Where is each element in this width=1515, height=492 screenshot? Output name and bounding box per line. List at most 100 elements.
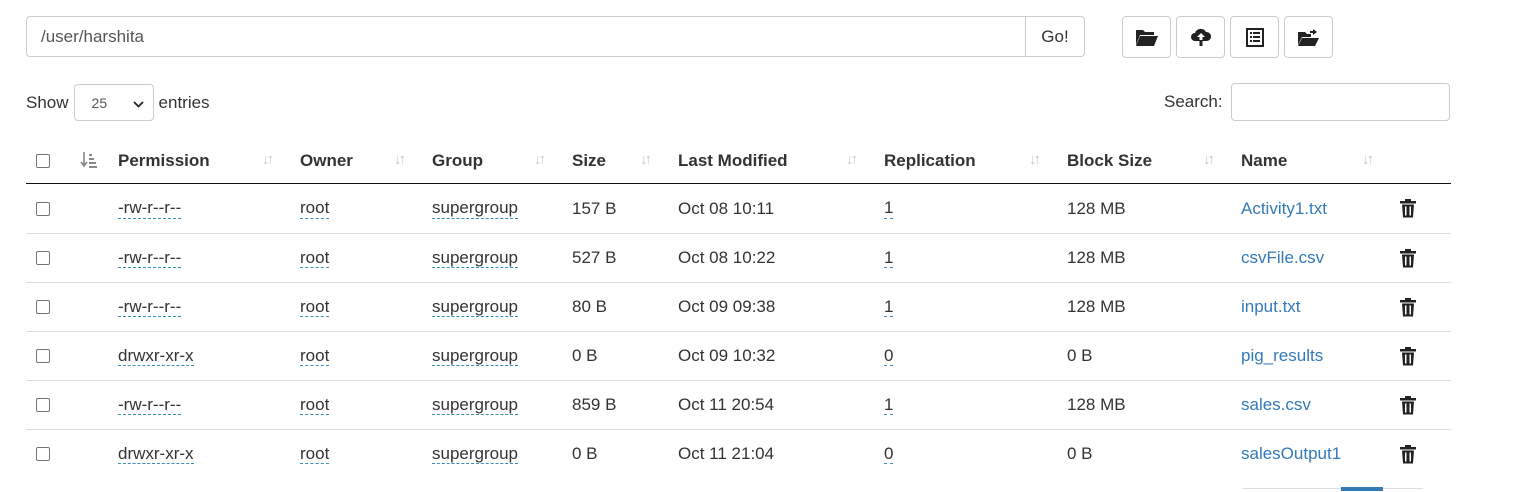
table-header: Permission ↓↑ Owner ↓↑ Group ↓↑ Size ↓↑ … — [26, 136, 1451, 184]
trash-icon[interactable] — [1400, 430, 1416, 478]
sort-icon[interactable]: ↓↑ — [640, 136, 652, 183]
size-value: 0 B — [572, 444, 598, 463]
trash-icon[interactable] — [1400, 184, 1416, 233]
path-input[interactable] — [26, 16, 1025, 57]
block-size-value: 0 B — [1067, 346, 1093, 365]
replication-value[interactable]: 1 — [884, 395, 894, 416]
file-name-link[interactable]: Activity1.txt — [1241, 184, 1327, 233]
size-value: 527 B — [572, 248, 617, 267]
size-value: 157 B — [572, 198, 617, 218]
owner-value[interactable]: root — [300, 444, 330, 465]
file-table: Permission ↓↑ Owner ↓↑ Group ↓↑ Size ↓↑ … — [26, 136, 1451, 478]
row-checkbox[interactable] — [36, 430, 50, 478]
group-value[interactable]: supergroup — [432, 297, 519, 318]
group-value[interactable]: supergroup — [432, 346, 519, 367]
replication-value[interactable]: 0 — [884, 346, 894, 367]
search-input[interactable] — [1230, 83, 1450, 121]
permission-value[interactable]: drwxr-xr-x — [118, 346, 194, 367]
group-value[interactable]: supergroup — [432, 395, 519, 416]
sort-icon[interactable]: ↓↑ — [394, 136, 406, 183]
table-row: -rw-r--r-- root supergroup 80 B Oct 09 0… — [26, 282, 1451, 331]
file-name-link[interactable]: csvFile.csv — [1241, 234, 1324, 282]
row-checkbox[interactable] — [36, 184, 50, 233]
trash-icon[interactable] — [1400, 381, 1416, 429]
file-name-link[interactable]: pig_results — [1241, 332, 1323, 380]
row-checkbox[interactable] — [36, 283, 50, 331]
group-value[interactable]: supergroup — [432, 248, 519, 269]
replication-value[interactable]: 0 — [884, 444, 894, 465]
replication-value[interactable]: 1 — [884, 248, 894, 269]
file-name-link[interactable]: sales.csv — [1241, 381, 1311, 429]
size-value: 0 B — [572, 346, 598, 365]
entries-select-value: 25 — [91, 94, 108, 111]
row-checkbox[interactable] — [36, 332, 50, 380]
trash-icon[interactable] — [1400, 283, 1416, 331]
permission-value[interactable]: -rw-r--r-- — [118, 248, 182, 269]
pagination-active-page[interactable] — [1341, 487, 1383, 491]
column-replication[interactable]: Replication — [884, 136, 976, 183]
cut-paste-button[interactable] — [1230, 16, 1279, 58]
permission-value[interactable]: -rw-r--r-- — [118, 395, 182, 416]
column-last-modified[interactable]: Last Modified — [678, 136, 788, 183]
trash-icon[interactable] — [1400, 234, 1416, 282]
permission-value[interactable]: -rw-r--r-- — [118, 198, 182, 219]
move-button[interactable] — [1284, 16, 1333, 58]
column-name[interactable]: Name — [1241, 136, 1287, 183]
entries-label: entries — [158, 92, 210, 112]
sort-icon[interactable]: ↓↑ — [846, 136, 858, 183]
group-value[interactable]: supergroup — [432, 444, 519, 465]
modified-value: Oct 09 10:32 — [678, 346, 776, 365]
row-checkbox[interactable] — [36, 381, 50, 429]
owner-value[interactable]: root — [300, 346, 330, 367]
table-row: drwxr-xr-x root supergroup 0 B Oct 11 21… — [26, 429, 1451, 478]
permission-value[interactable]: -rw-r--r-- — [118, 297, 182, 318]
show-label: Show — [26, 92, 69, 112]
owner-value[interactable]: root — [300, 198, 330, 219]
create-directory-button[interactable] — [1122, 16, 1171, 58]
toolbar — [1122, 16, 1333, 58]
owner-value[interactable]: root — [300, 297, 330, 318]
table-row: -rw-r--r-- root supergroup 527 B Oct 08 … — [26, 233, 1451, 282]
modified-value: Oct 11 20:54 — [678, 395, 775, 414]
table-row: -rw-r--r-- root supergroup 157 B Oct 08 … — [26, 184, 1451, 233]
entries-select[interactable]: 25 — [73, 84, 154, 121]
sort-icon[interactable] — [80, 136, 98, 183]
block-size-value: 0 B — [1067, 444, 1093, 463]
go-button[interactable]: Go! — [1025, 16, 1085, 57]
sort-icon[interactable]: ↓↑ — [1029, 136, 1041, 183]
permission-value[interactable]: drwxr-xr-x — [118, 444, 194, 465]
group-value[interactable]: supergroup — [432, 198, 519, 219]
owner-value[interactable]: root — [300, 248, 330, 269]
search-area: Search: — [1164, 83, 1450, 121]
column-group[interactable]: Group — [432, 136, 483, 183]
sort-icon[interactable]: ↓↑ — [262, 136, 274, 183]
cloud-upload-icon — [1190, 27, 1212, 47]
column-size[interactable]: Size — [572, 136, 606, 183]
sort-icon[interactable]: ↓↑ — [534, 136, 546, 183]
chevron-down-icon — [132, 95, 144, 111]
file-name-link[interactable]: input.txt — [1241, 283, 1301, 331]
column-permission[interactable]: Permission — [118, 136, 210, 183]
table-row: drwxr-xr-x root supergroup 0 B Oct 09 10… — [26, 331, 1451, 380]
file-name-link[interactable]: salesOutput1 — [1241, 430, 1341, 478]
replication-value[interactable]: 1 — [884, 198, 894, 219]
select-all-checkbox[interactable] — [36, 136, 50, 183]
table-row: -rw-r--r-- root supergroup 859 B Oct 11 … — [26, 380, 1451, 429]
sort-icon[interactable]: ↓↑ — [1203, 136, 1215, 183]
trash-icon[interactable] — [1400, 332, 1416, 380]
replication-value[interactable]: 1 — [884, 297, 894, 318]
owner-value[interactable]: root — [300, 395, 330, 416]
pagination[interactable] — [1243, 487, 1423, 492]
list-alt-icon — [1245, 27, 1264, 47]
upload-button[interactable] — [1176, 16, 1225, 58]
modified-value: Oct 08 10:11 — [678, 198, 775, 218]
length-menu: Show 25 entries — [26, 84, 210, 121]
column-block-size[interactable]: Block Size — [1067, 136, 1152, 183]
size-value: 859 B — [572, 395, 617, 414]
search-label: Search: — [1164, 92, 1223, 111]
folder-move-icon — [1297, 28, 1321, 47]
column-owner[interactable]: Owner — [300, 136, 353, 183]
row-checkbox[interactable] — [36, 234, 50, 282]
sort-icon[interactable]: ↓↑ — [1362, 136, 1374, 183]
block-size-value: 128 MB — [1067, 395, 1126, 414]
